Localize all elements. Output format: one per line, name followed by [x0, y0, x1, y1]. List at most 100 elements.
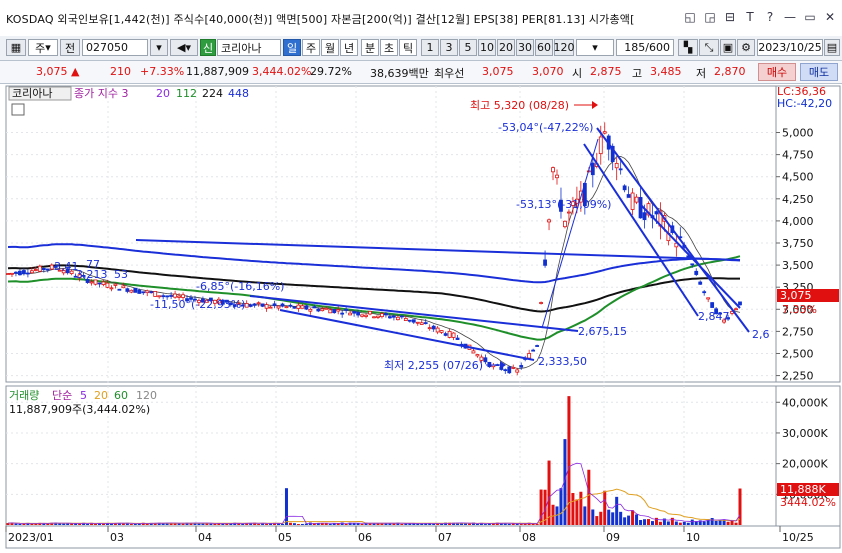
volume-bar — [579, 491, 583, 525]
volume-bar — [344, 523, 348, 525]
volume-bar — [133, 523, 137, 525]
period-week-button[interactable]: 주 — [302, 39, 320, 56]
sell-button[interactable]: 매도 — [800, 63, 838, 81]
candle-body — [403, 318, 408, 321]
candle-body — [618, 168, 623, 171]
mode-select[interactable]: 주 ▾ — [28, 39, 58, 56]
volume-bar — [209, 523, 213, 525]
period-second-button[interactable]: 초 — [380, 39, 398, 56]
count-input[interactable]: 185/600 — [616, 39, 674, 56]
save-icon[interactable]: ▣ — [720, 39, 736, 56]
close-icon[interactable]: ✕ — [822, 9, 838, 25]
candle-body — [169, 295, 174, 297]
chart-area[interactable]: 코리아나 종가 지수 3 20 112 224 448 LC:36,36 HC:… — [0, 84, 842, 550]
candle-body — [694, 270, 699, 275]
interval-3-button[interactable]: 3 — [440, 39, 458, 56]
vol-ma20-label: 20 — [94, 389, 108, 402]
candle-body — [141, 291, 146, 294]
time-tick-label: 08 — [522, 531, 536, 544]
interval-60-button[interactable]: 60 — [535, 39, 553, 56]
indicator-icon[interactable]: ▚ — [678, 39, 698, 56]
stock-code-input[interactable]: 027050 — [82, 39, 148, 56]
draw-icon[interactable]: ⤡ — [699, 39, 719, 56]
candle-body — [304, 305, 309, 310]
volume-bar — [360, 523, 364, 525]
bid-price: 3,070 — [532, 65, 564, 78]
date-input[interactable]: 2023/10/25 — [757, 39, 823, 56]
split-icon[interactable]: ◲ — [702, 9, 718, 25]
dropdown-icon[interactable]: ▾ — [150, 39, 168, 56]
price-tick-label: 4,750 — [782, 149, 814, 162]
candle-body — [97, 282, 102, 285]
candle-body — [336, 309, 341, 312]
settings-icon[interactable]: ⚙ — [737, 39, 755, 56]
interval-120-button[interactable]: 120 — [554, 39, 575, 56]
interval-30-button[interactable]: 30 — [516, 39, 534, 56]
period-year-button[interactable]: 년 — [340, 39, 358, 56]
minimize-icon[interactable]: — — [782, 9, 798, 25]
stock-info-title: KOSDAQ 외국인보유[1,442(천)] 주식수[40,000(천)] 액면… — [6, 13, 635, 26]
volume-bar — [129, 524, 133, 525]
time-axis-frame — [5, 525, 841, 549]
interval-custom-select[interactable]: ▾ — [576, 39, 614, 56]
volume-tick-label: 20,000K — [782, 458, 828, 471]
candle-body — [531, 349, 536, 352]
period-month-button[interactable]: 월 — [321, 39, 339, 56]
grid-menu-icon[interactable]: ▦ — [6, 39, 26, 56]
interval-20-button[interactable]: 20 — [497, 39, 515, 56]
candle-body — [435, 327, 440, 333]
stock-name-field[interactable]: 코리아나 — [217, 39, 281, 56]
candle-body — [332, 309, 337, 314]
volume-bar — [631, 510, 635, 525]
time-tick-label: 05 — [278, 531, 292, 544]
table-toggle-icon[interactable] — [11, 103, 25, 116]
mode-all-button[interactable]: 전 — [60, 39, 80, 56]
candle-body — [296, 304, 301, 309]
candle-body — [690, 263, 695, 266]
help-icon[interactable]: ? — [762, 9, 778, 25]
volume-bar — [284, 488, 288, 525]
candle-body — [598, 136, 603, 155]
trend-value-5: 3,41 — [54, 260, 79, 273]
period-tick-button[interactable]: 틱 — [399, 39, 417, 56]
candle-body — [634, 196, 639, 203]
interval-5-button[interactable]: 5 — [459, 39, 477, 56]
period-minute-button[interactable]: 분 — [361, 39, 379, 56]
volume-bar — [400, 523, 404, 525]
pin-icon[interactable]: ⊟ — [722, 9, 738, 25]
stock-chart-svg[interactable]: 코리아나 종가 지수 3 20 112 224 448 LC:36,36 HC:… — [0, 84, 842, 550]
volume-bar — [483, 524, 487, 525]
interval-10-button[interactable]: 10 — [478, 39, 496, 56]
current-price: 3,075 ▲ — [36, 65, 80, 78]
sound-icon[interactable]: ◀▾ — [170, 39, 198, 56]
buy-button[interactable]: 매수 — [758, 63, 796, 81]
candle-body — [368, 311, 372, 315]
maximize-icon[interactable]: ▭ — [802, 9, 818, 25]
volume-bar — [519, 523, 523, 525]
time-tick-label: 07 — [438, 531, 452, 544]
candle-body — [300, 305, 305, 309]
trend-value-4: 2,6 — [752, 328, 770, 341]
volume-bar — [702, 521, 706, 525]
candle-body — [384, 313, 388, 316]
volume-percent: 3,444.02% — [252, 65, 312, 78]
high-label: 고 — [632, 67, 643, 80]
trend-angle-2: -53,13°(-31,09%) — [516, 198, 611, 211]
candle-body — [256, 302, 261, 305]
volume-bar — [22, 523, 26, 525]
candle-body — [276, 305, 281, 309]
interval-1-button[interactable]: 1 — [421, 39, 439, 56]
candle-body — [308, 308, 313, 312]
volume-bar — [647, 519, 650, 525]
volume-bar — [213, 523, 217, 525]
candle-body — [10, 272, 14, 275]
period-day-button[interactable]: 일 — [283, 39, 301, 56]
low-label: 저 — [696, 67, 707, 80]
volume-bar — [300, 523, 304, 525]
candle-body — [161, 295, 166, 298]
calendar-icon[interactable]: ▤ — [824, 39, 840, 56]
time-tick-label: 09 — [606, 531, 620, 544]
font-icon[interactable]: T — [742, 9, 758, 25]
layout-icon[interactable]: ◱ — [682, 9, 698, 25]
volume-bar — [595, 516, 599, 525]
